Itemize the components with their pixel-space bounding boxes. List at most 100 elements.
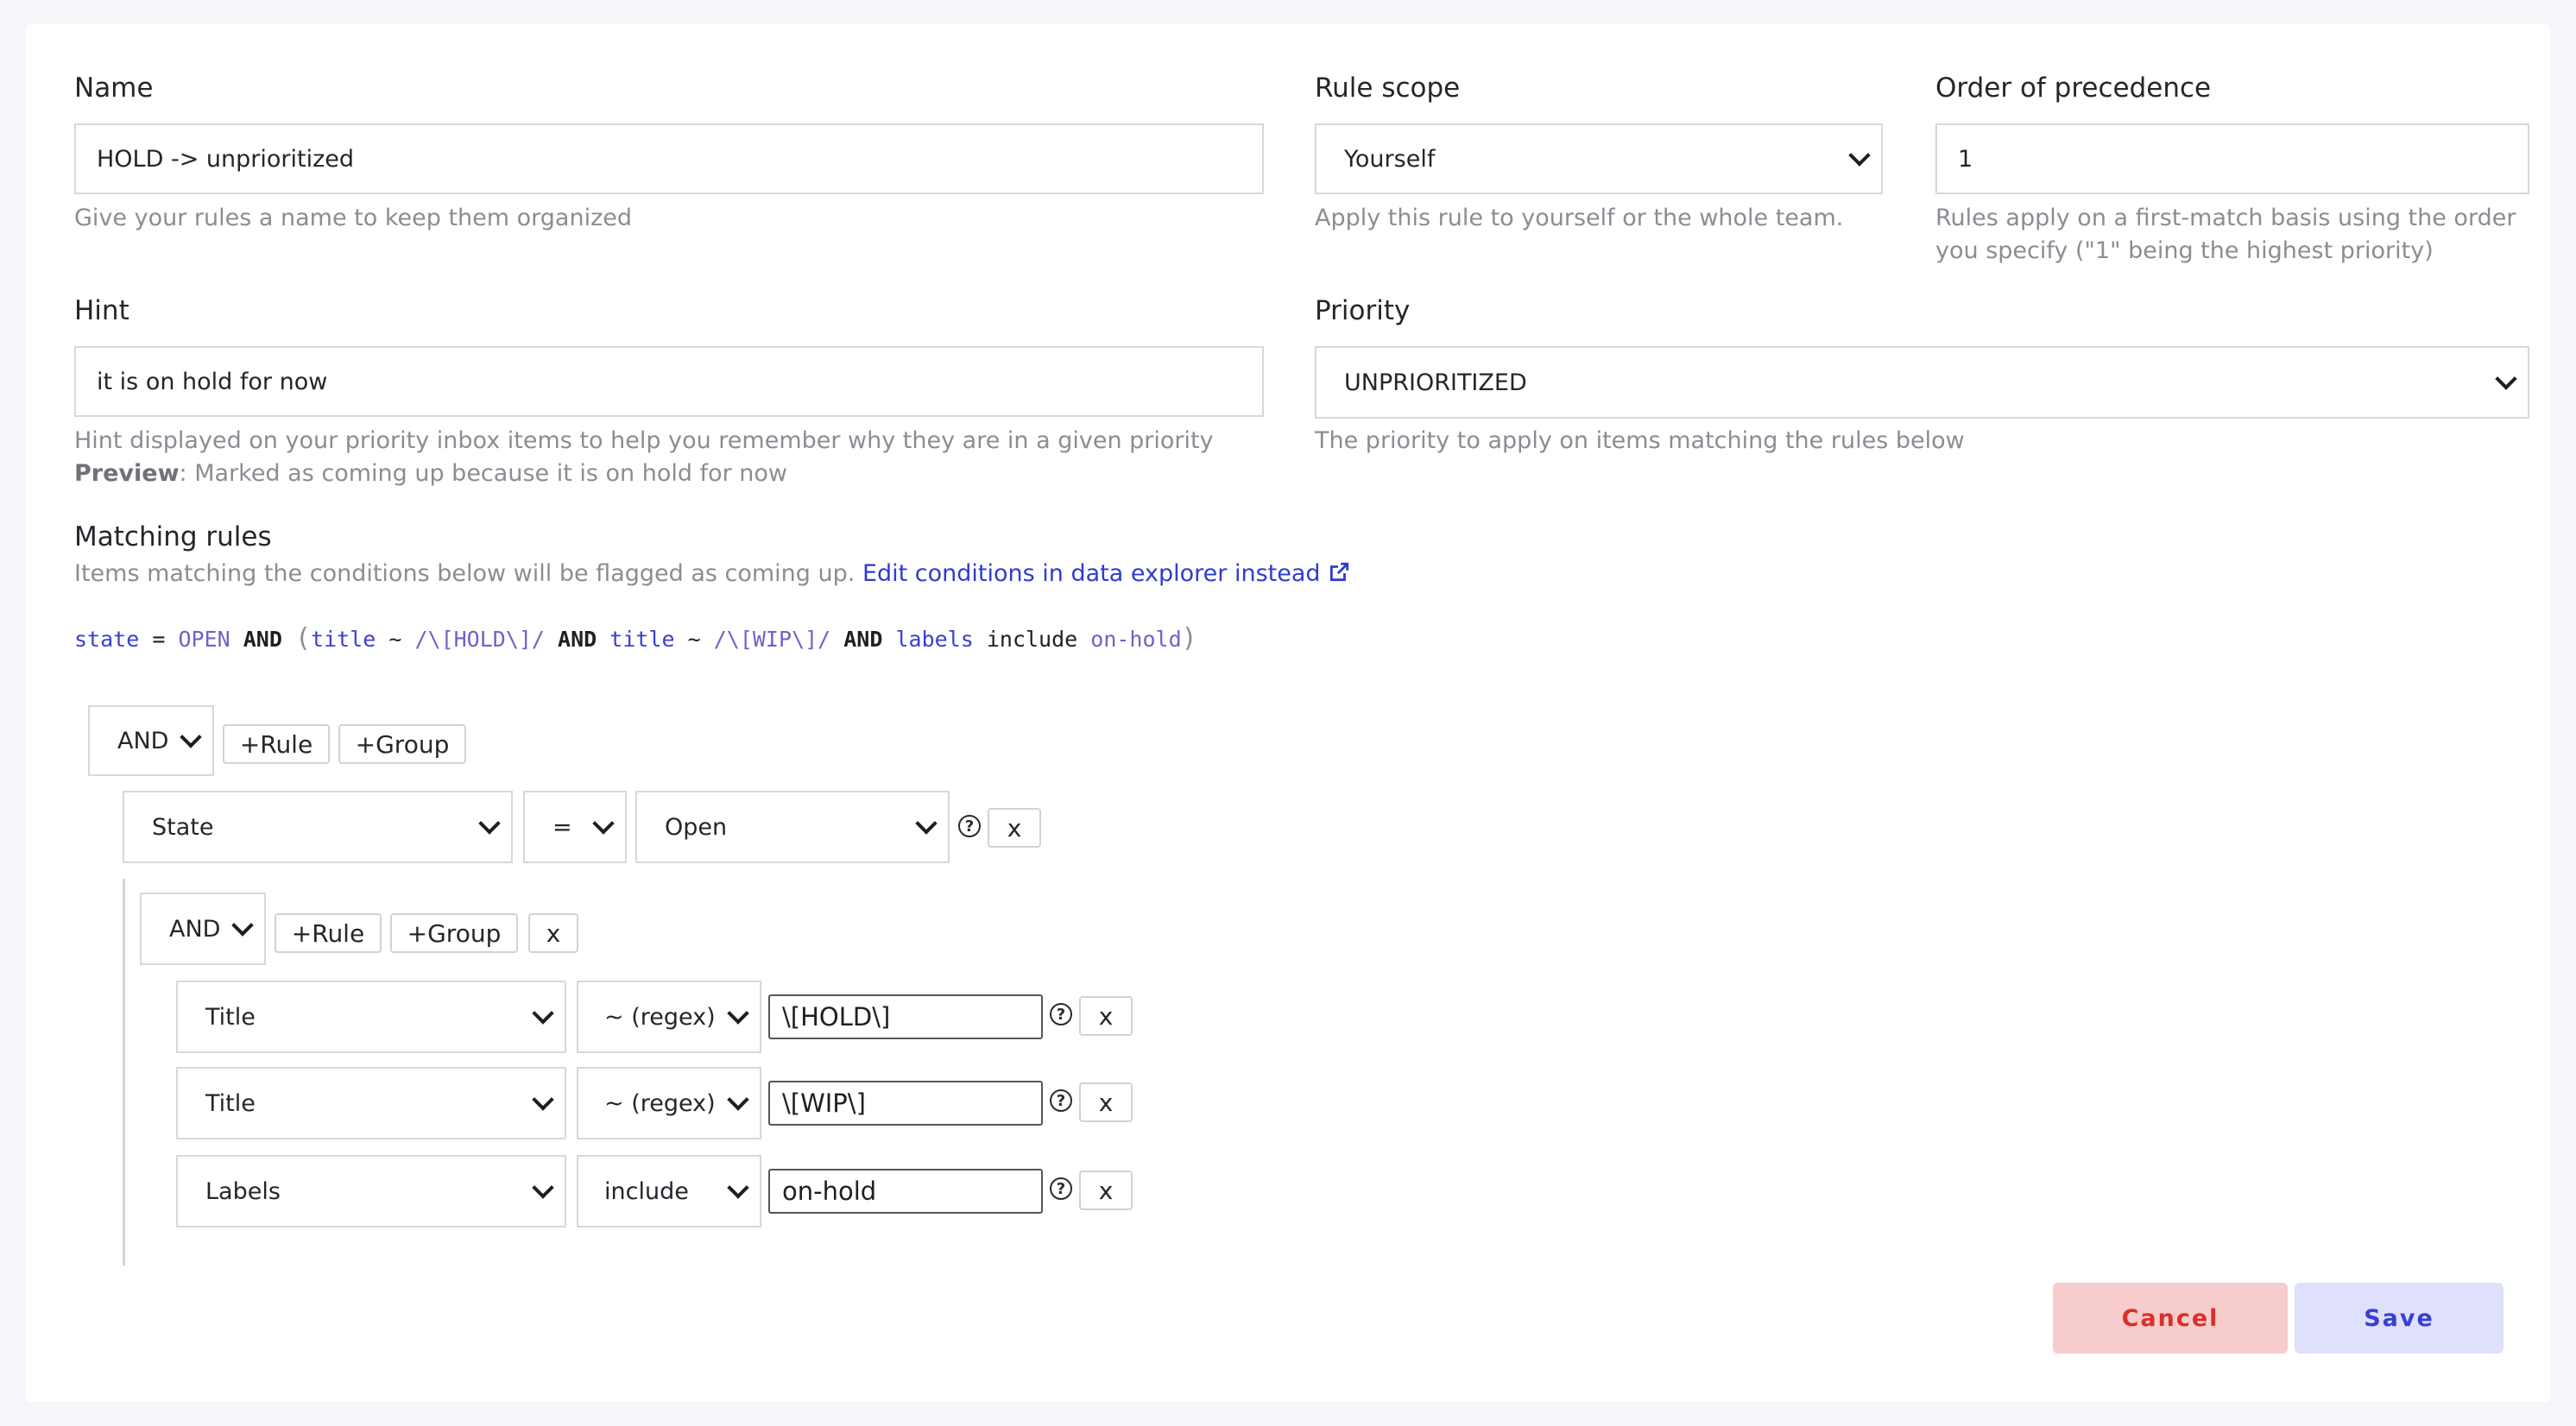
root-combinator-select[interactable]: AND [88, 705, 214, 776]
query-token: include [986, 627, 1078, 652]
help-icon[interactable]: ? [1050, 1003, 1072, 1025]
rule-operator-select[interactable]: ~ (regex) [577, 981, 761, 1053]
priority-select-value: UNPRIORITIZED [1344, 369, 1527, 396]
subgroup-add-group-button[interactable]: +Group [390, 913, 518, 953]
rule-value-input[interactable]: on-hold [768, 1169, 1043, 1214]
chevron-down-icon [532, 1177, 554, 1199]
query-token: = [152, 627, 166, 652]
rule-operator-select[interactable]: = [523, 791, 627, 863]
hint-label: Hint [74, 295, 129, 326]
scope-help: Apply this rule to yourself or the whole… [1315, 205, 1844, 231]
chevron-down-icon [2495, 368, 2517, 390]
root-combinator-value: AND [117, 727, 169, 754]
query-token: /\[HOLD\]/ [414, 627, 545, 652]
name-input-value: HOLD -> unprioritized [97, 145, 355, 173]
query-token: ~ [687, 627, 701, 652]
rule-value-text: \[HOLD\] [782, 1002, 891, 1032]
hint-input-value: it is on hold for now [97, 368, 328, 395]
query-token: title [609, 627, 675, 652]
chevron-down-icon [592, 812, 615, 835]
priority-label: Priority [1315, 295, 1411, 326]
query-token: ) [1181, 623, 1197, 653]
scope-select-value: Yourself [1344, 145, 1436, 173]
external-link-icon [1330, 562, 1349, 582]
subgroup-combinator-select[interactable]: AND [140, 893, 266, 965]
subgroup-add-rule-button[interactable]: +Rule [275, 913, 382, 953]
remove-rule-button[interactable]: x [1079, 996, 1133, 1036]
rule-operator-select[interactable]: include [577, 1155, 761, 1227]
remove-group-button[interactable]: x [528, 913, 578, 953]
root-add-group-button[interactable]: +Group [338, 724, 466, 764]
rule-value-input[interactable]: \[WIP\] [768, 1081, 1043, 1126]
rule-operator-value: = [552, 813, 572, 841]
chevron-down-icon [727, 1177, 749, 1199]
name-input[interactable]: HOLD -> unprioritized [74, 123, 1264, 194]
edit-in-explorer-link-label: Edit conditions in data explorer instead [862, 560, 1321, 587]
order-input-value: 1 [1958, 145, 1973, 173]
matching-description-text: Items matching the conditions below will… [74, 560, 856, 587]
query-preview: state = OPEN AND ( title ~ /\[HOLD\]/ AND… [74, 623, 1197, 653]
query-token: OPEN [178, 627, 230, 652]
matching-rules-title: Matching rules [74, 521, 272, 552]
rule-value-text: \[WIP\] [782, 1088, 866, 1118]
scope-label: Rule scope [1315, 73, 1461, 104]
rule-value-input[interactable]: \[HOLD\] [768, 994, 1043, 1039]
chevron-down-icon [180, 726, 202, 748]
rule-field-select[interactable]: State [123, 791, 513, 863]
save-button[interactable]: Save [2295, 1283, 2503, 1353]
hint-help: Hint displayed on your priority inbox it… [74, 427, 1214, 454]
chevron-down-icon [532, 1088, 554, 1111]
query-token: ~ [388, 627, 402, 652]
rule-value-value: Open [665, 813, 728, 841]
query-token: labels [895, 627, 974, 652]
order-help-line-1: Rules apply on a first-match basis using… [1935, 205, 2516, 231]
chevron-down-icon [532, 1002, 554, 1025]
query-token: AND [243, 627, 282, 652]
scope-select[interactable]: Yourself [1315, 123, 1883, 194]
hint-input[interactable]: it is on hold for now [74, 346, 1264, 417]
priority-select[interactable]: UNPRIORITIZED [1315, 346, 2529, 419]
query-token: AND [558, 627, 597, 652]
order-label: Order of precedence [1935, 73, 2212, 104]
rule-field-select[interactable]: Labels [176, 1155, 566, 1227]
rule-operator-value: ~ (regex) [604, 1003, 716, 1031]
remove-rule-button[interactable]: x [1079, 1170, 1133, 1210]
name-help: Give your rules a name to keep them orga… [74, 205, 633, 231]
name-label: Name [74, 73, 154, 104]
cancel-button[interactable]: Cancel [2053, 1283, 2288, 1353]
matching-rules-description: Items matching the conditions below will… [74, 558, 1350, 590]
remove-rule-button[interactable]: x [1079, 1082, 1133, 1122]
chevron-down-icon [727, 1002, 749, 1025]
rule-field-value: Labels [205, 1177, 281, 1205]
order-help-line-2: you specify ("1" being the highest prior… [1935, 237, 2434, 264]
root-add-rule-button[interactable]: +Rule [223, 724, 330, 764]
chevron-down-icon [915, 812, 938, 835]
help-icon[interactable]: ? [958, 815, 981, 837]
rule-operator-select[interactable]: ~ (regex) [577, 1067, 761, 1139]
rule-operator-value: ~ (regex) [604, 1089, 716, 1117]
rule-form-card: Name HOLD -> unprioritized Give your rul… [26, 24, 2550, 1402]
priority-help: The priority to apply on items matching … [1315, 427, 1965, 454]
rule-field-value: Title [205, 1003, 256, 1031]
rule-value-select[interactable]: Open [635, 791, 950, 863]
query-token: on-hold [1090, 627, 1182, 652]
chevron-down-icon [727, 1088, 749, 1111]
help-icon[interactable]: ? [1050, 1177, 1072, 1200]
query-token: AND [843, 627, 883, 652]
order-input[interactable]: 1 [1935, 123, 2529, 194]
subgroup-border [123, 879, 125, 1265]
rule-field-value: State [152, 813, 214, 841]
rule-field-value: Title [205, 1089, 256, 1117]
chevron-down-icon [478, 812, 501, 835]
preview-text: : Marked as coming up because it is on h… [179, 460, 788, 487]
rule-field-select[interactable]: Title [176, 1067, 566, 1139]
query-token: state [74, 627, 140, 652]
preview-label: Preview [74, 460, 180, 487]
rule-operator-value: include [604, 1177, 689, 1205]
query-token: ( [294, 623, 312, 653]
rule-field-select[interactable]: Title [176, 981, 566, 1053]
remove-rule-button[interactable]: x [988, 808, 1041, 848]
edit-in-explorer-link[interactable]: Edit conditions in data explorer instead [862, 560, 1350, 587]
help-icon[interactable]: ? [1050, 1089, 1072, 1112]
subgroup-combinator-value: AND [169, 915, 221, 943]
